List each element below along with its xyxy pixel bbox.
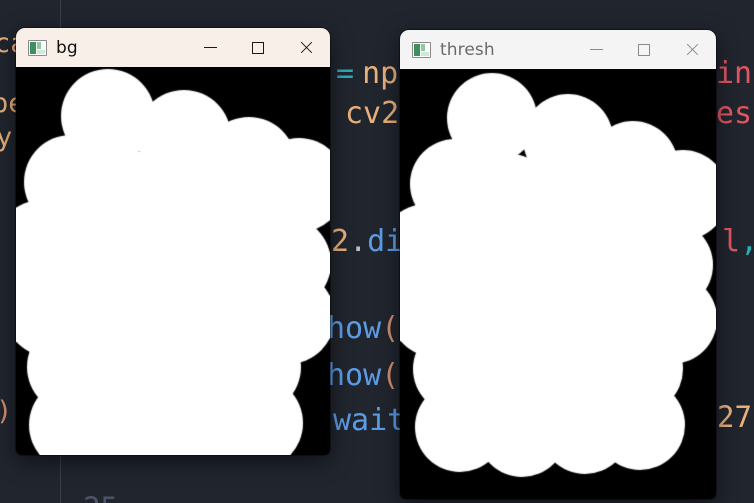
line-number-27: 27	[717, 400, 752, 434]
function-waitkey: wait	[333, 403, 406, 438]
minimize-button-thresh[interactable]	[572, 30, 620, 69]
code-fragment-left-paren: )	[0, 396, 12, 427]
code-fragment-waitkey: wait	[333, 403, 405, 438]
close-button-thresh[interactable]	[668, 30, 716, 69]
window-controls-thresh	[572, 30, 716, 69]
titlebar-thresh[interactable]: thresh	[400, 30, 716, 69]
function-imshow-b: how	[327, 358, 382, 393]
image-canvas-thresh	[400, 69, 716, 499]
comma-token: ,	[740, 224, 754, 259]
window-title-thresh: thresh	[440, 39, 495, 60]
function-dilate: di	[367, 224, 404, 259]
code-fragment-int: int	[716, 56, 754, 91]
image-canvas-bg	[16, 67, 330, 455]
function-imshow-a: how	[327, 311, 382, 346]
code-fragment-left-y: y	[0, 122, 13, 153]
minimize-button-bg[interactable]	[186, 28, 234, 67]
dot-operator: .	[349, 224, 368, 259]
string-int: int	[716, 56, 754, 91]
opencv-image-icon	[28, 39, 47, 56]
line-number-27-wrap: 27	[717, 400, 752, 434]
window-controls-bg	[186, 28, 330, 67]
code-fragment-cv2-a: cv2	[345, 96, 399, 131]
titlebar-bg[interactable]: bg	[16, 28, 330, 67]
module-np: np	[362, 56, 399, 91]
operator-equals: =	[336, 56, 355, 91]
code-fragment-imshow-b: how(	[327, 358, 399, 393]
line-number-25: 25	[70, 488, 118, 503]
module-cv2-partial: 2	[331, 224, 350, 259]
code-fragment-imshow-a: how(	[327, 311, 399, 346]
opencv-image-icon	[412, 41, 431, 58]
module-cv2: cv2	[345, 96, 400, 131]
close-button-bg[interactable]	[282, 28, 330, 67]
maximize-button-thresh[interactable]	[620, 30, 668, 69]
string-thresh: esh	[716, 96, 754, 131]
open-paren-a: (	[381, 311, 400, 346]
window-bg[interactable]: bg	[16, 28, 330, 455]
code-fragment-esh: esh	[716, 96, 754, 131]
window-thresh[interactable]: thresh	[400, 30, 716, 499]
open-paren-b: (	[381, 358, 400, 393]
maximize-button-bg[interactable]	[234, 28, 282, 67]
code-fragment-np: = np	[336, 56, 398, 91]
code-fragment-dilate: 2.di	[331, 224, 403, 259]
window-title-bg: bg	[56, 37, 78, 58]
var-l: l	[722, 224, 741, 259]
screen: 15 # 开运算 ca pe y ) =np cv2 2.di how( how…	[0, 0, 754, 503]
code-fragment-comma: l,	[722, 224, 754, 259]
